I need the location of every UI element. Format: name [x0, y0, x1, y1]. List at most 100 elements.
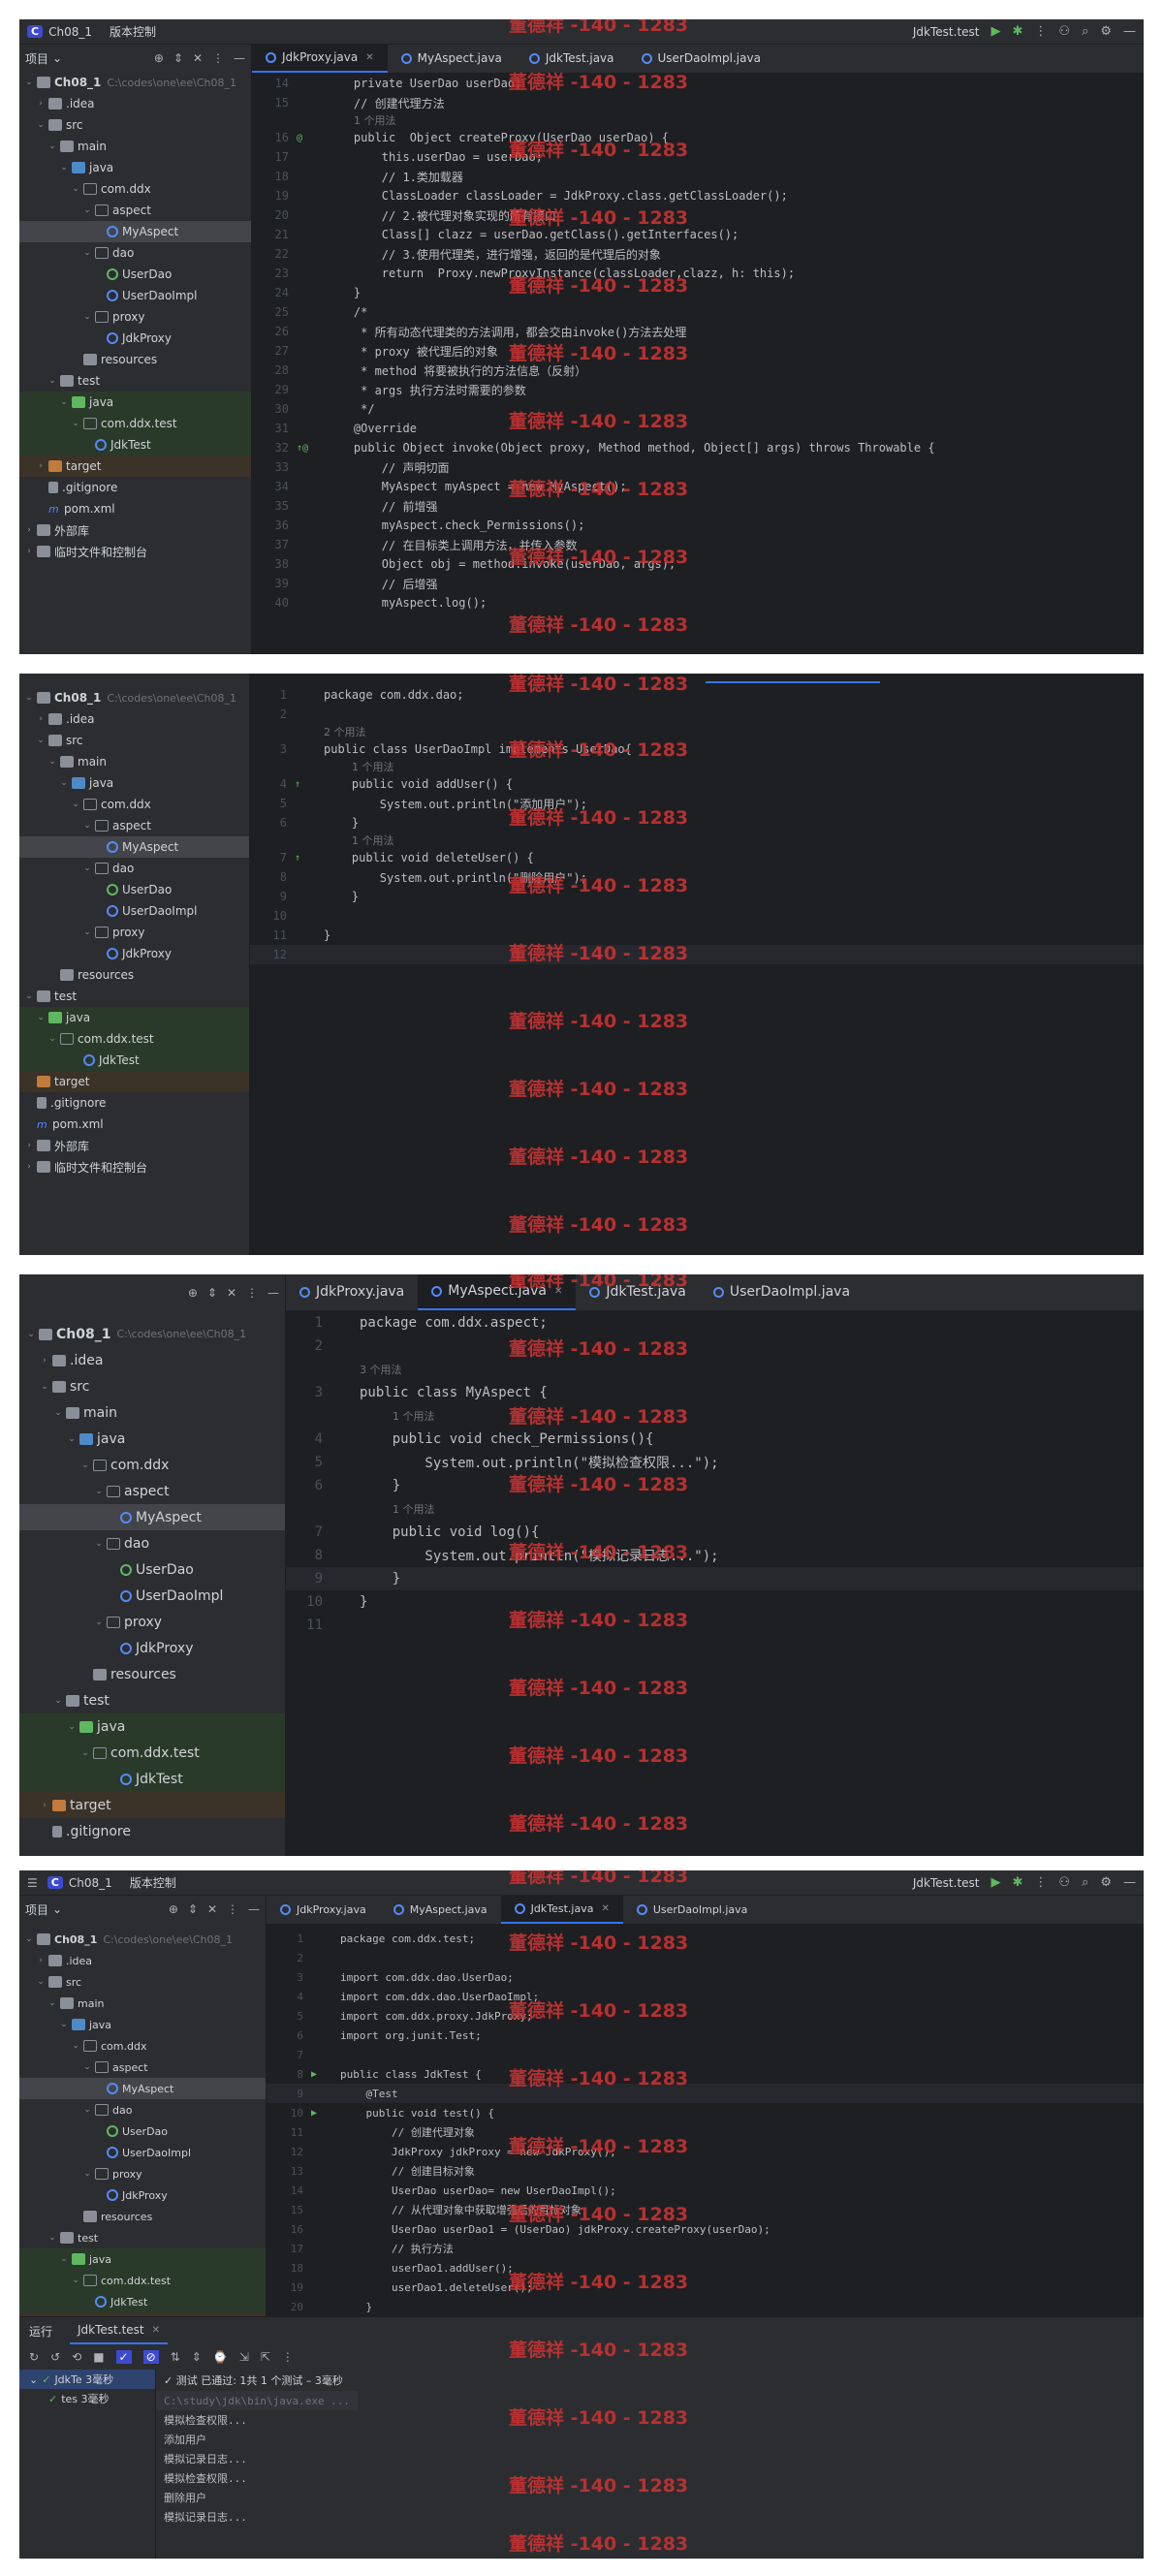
- expand-icon[interactable]: ⇕: [207, 1286, 217, 1300]
- code-editor[interactable]: JdkProxy.java MyAspect.java ✕ JdkTest.jav…: [286, 1274, 1144, 1856]
- tree-target[interactable]: ›target: [19, 456, 251, 477]
- tree-proxy[interactable]: ⌄ proxy: [19, 306, 251, 328]
- expand-all-icon[interactable]: ⇕: [192, 2350, 202, 2364]
- close-icon[interactable]: ✕: [554, 1286, 562, 1297]
- run-test-icon[interactable]: ▶: [311, 2108, 340, 2119]
- tree-myaspect[interactable]: MyAspect: [19, 2078, 266, 2099]
- tab-userdaoimpl[interactable]: UserDaoImpl.java: [628, 45, 774, 73]
- run-icon[interactable]: ▶: [991, 1875, 1001, 1890]
- tree-aspect[interactable]: ⌄ aspect: [19, 200, 251, 221]
- tree-userdaoimpl[interactable]: UserDaoImpl: [19, 1583, 285, 1609]
- tree-target[interactable]: target: [19, 1071, 249, 1092]
- tab-jdkproxy[interactable]: JdkProxy.java ✕: [252, 45, 388, 73]
- tab-jdkproxy[interactable]: JdkProxy.java: [286, 1274, 418, 1310]
- tree-userdaoimpl[interactable]: UserDaoImpl: [19, 285, 251, 306]
- options-icon[interactable]: ⋮: [246, 1286, 258, 1300]
- main-menu-icon[interactable]: ☰: [27, 1876, 38, 1890]
- tree-resources[interactable]: resources: [19, 1661, 285, 1687]
- gear-icon[interactable]: ⚙: [1100, 24, 1112, 39]
- code-area[interactable]: 1 package com.ddx.test; 2 3 import com.ddx…: [267, 1925, 1144, 2316]
- options-icon[interactable]: ⋮: [227, 1902, 238, 1916]
- project-badge[interactable]: C: [27, 25, 44, 38]
- tree-test[interactable]: ⌄ test: [19, 1687, 285, 1713]
- sort-icon[interactable]: ⇅: [171, 2350, 180, 2364]
- run-icon[interactable]: ▶: [991, 24, 1001, 39]
- tree-proxy[interactable]: ⌄ proxy: [19, 1609, 285, 1635]
- tab-jdkproxy[interactable]: JdkProxy.java: [267, 1896, 380, 1924]
- hide-icon[interactable]: —: [248, 1902, 260, 1916]
- vcs-menu[interactable]: 版本控制: [130, 1874, 176, 1891]
- tab-myaspect[interactable]: MyAspect.java ✕: [418, 1274, 577, 1310]
- tree-jdktest[interactable]: JdkTest: [19, 1766, 285, 1792]
- add-user-icon[interactable]: ⚇: [1058, 24, 1070, 39]
- tree-java[interactable]: ⌄ java: [19, 772, 249, 794]
- collapse-icon[interactable]: ✕: [193, 51, 203, 65]
- tree-gitignore[interactable]: .gitignore: [19, 477, 251, 498]
- tree-idea[interactable]: › .idea: [19, 1950, 266, 1971]
- tree-main[interactable]: ⌄ main: [19, 1399, 285, 1426]
- tree-jdktest[interactable]: JdkTest: [19, 434, 251, 456]
- tree-dao[interactable]: ⌄ dao: [19, 1530, 285, 1556]
- minimize-icon[interactable]: —: [1123, 1875, 1136, 1890]
- expand-icon[interactable]: ⇕: [173, 51, 183, 65]
- vcs-menu[interactable]: 版本控制: [110, 23, 156, 40]
- tree-userdaoimpl[interactable]: UserDaoImpl: [19, 900, 249, 922]
- tab-userdaoimpl[interactable]: UserDaoImpl.java: [700, 1274, 864, 1310]
- tree-com-ddx[interactable]: ⌄ com.ddx: [19, 2035, 266, 2057]
- tree-jdkproxy[interactable]: JdkProxy: [19, 328, 251, 349]
- close-icon[interactable]: ✕: [152, 2325, 160, 2336]
- tab-myaspect[interactable]: MyAspect.java: [380, 1896, 501, 1924]
- tree-main[interactable]: ⌄ main: [19, 136, 251, 157]
- tree-test[interactable]: ⌄ test: [19, 370, 251, 392]
- tree-jdkproxy[interactable]: JdkProxy: [19, 2184, 266, 2206]
- tree-external-libs[interactable]: › 外部库: [19, 519, 251, 541]
- tree-scratches[interactable]: › 临时文件和控制台: [19, 1156, 249, 1178]
- rerun-failed-icon[interactable]: ↺: [50, 2350, 60, 2364]
- tree-scratches[interactable]: › 临时文件和控制台: [19, 541, 251, 562]
- tree-external-libs[interactable]: › 外部库: [19, 1135, 249, 1156]
- tree-java[interactable]: ⌄ java: [19, 157, 251, 178]
- more-icon[interactable]: ⋮: [1034, 1875, 1047, 1890]
- stop-icon[interactable]: ■: [93, 2350, 104, 2364]
- tree-jdkproxy[interactable]: JdkProxy: [19, 943, 249, 964]
- tree-gitignore[interactable]: .gitignore: [19, 1092, 249, 1114]
- tree-idea[interactable]: › .idea: [19, 93, 251, 114]
- tree-resources[interactable]: resources: [19, 349, 251, 370]
- collapse-icon[interactable]: ✕: [207, 1902, 217, 1916]
- tree-src[interactable]: ⌄ src: [19, 730, 249, 751]
- project-name[interactable]: Ch08_1: [48, 25, 92, 39]
- tree-userdao[interactable]: UserDao: [19, 264, 251, 285]
- expand-icon[interactable]: ⇕: [188, 1902, 198, 1916]
- search-icon[interactable]: ⌕: [1082, 24, 1088, 39]
- tree-root[interactable]: ⌄ Ch08_1 C:\codes\one\ee\Ch08_1: [19, 1321, 285, 1347]
- add-user-icon[interactable]: ⚇: [1058, 1875, 1070, 1890]
- code-area[interactable]: 1 package com.ddx.aspect; 2 3 个用法 3 public…: [286, 1311, 1144, 1637]
- tree-userdao[interactable]: UserDao: [19, 2120, 266, 2142]
- tree-test-java[interactable]: ⌄ java: [19, 2248, 266, 2270]
- close-icon[interactable]: ✕: [601, 1903, 609, 1914]
- show-passed-icon[interactable]: ✓: [115, 2350, 132, 2364]
- tree-java[interactable]: ⌄ java: [19, 2014, 266, 2035]
- debug-icon[interactable]: ✱: [1013, 24, 1023, 39]
- run-tab[interactable]: JdkTest.test ✕: [70, 2317, 169, 2344]
- tree-target[interactable]: ›target: [19, 1792, 285, 1818]
- tree-com-ddx-test[interactable]: ⌄ com.ddx.test: [19, 2270, 266, 2291]
- close-icon[interactable]: ✕: [365, 52, 373, 63]
- tree-myaspect[interactable]: MyAspect: [19, 1504, 285, 1530]
- tree-userdao[interactable]: UserDao: [19, 1556, 285, 1583]
- tree-jdktest[interactable]: JdkTest: [19, 1050, 249, 1071]
- hide-icon[interactable]: —: [267, 1286, 279, 1300]
- tree-test-java[interactable]: ⌄ java: [19, 1713, 285, 1740]
- tree-resources[interactable]: resources: [19, 2206, 266, 2227]
- tree-userdaoimpl[interactable]: UserDaoImpl: [19, 2142, 266, 2163]
- tree-main[interactable]: ⌄ main: [19, 1993, 266, 2014]
- code-editor[interactable]: JdkProxy.java MyAspect.java JdkTest.java…: [267, 1896, 1144, 2316]
- more-icon[interactable]: ⋮: [282, 2350, 294, 2364]
- options-icon[interactable]: ⋮: [212, 51, 224, 65]
- tab-jdktest[interactable]: JdkTest.java: [516, 45, 628, 73]
- code-editor[interactable]: JdkProxy.java ✕ MyAspect.java JdkTest.jav…: [252, 45, 1144, 654]
- tree-myaspect[interactable]: MyAspect: [19, 836, 249, 858]
- history-icon[interactable]: ⌚: [213, 2350, 228, 2364]
- tree-test-java[interactable]: ⌄ java: [19, 1007, 249, 1028]
- hide-icon[interactable]: —: [234, 51, 245, 65]
